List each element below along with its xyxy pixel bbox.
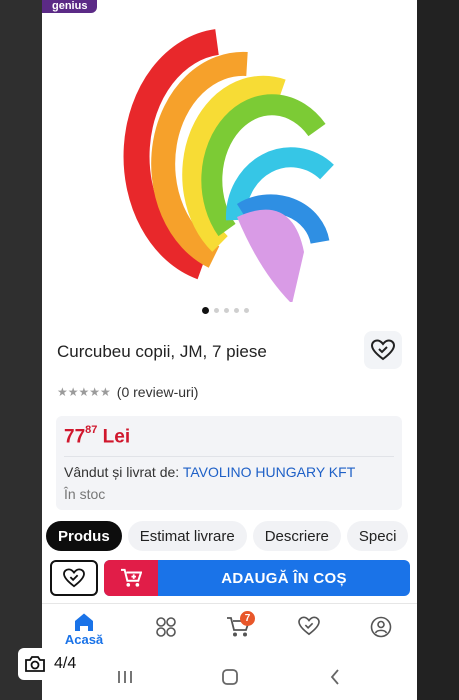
- bottom-nav: Acasă 7: [42, 603, 417, 656]
- pager-dot[interactable]: [214, 308, 219, 313]
- seller-info: Vândut și livrat de: TAVOLINO HUNGARY KF…: [64, 464, 356, 480]
- review-count[interactable]: (0 review-uri): [117, 384, 199, 400]
- price: 7787 Lei: [64, 424, 131, 448]
- favorite-button[interactable]: [364, 331, 402, 369]
- heart-icon: [63, 568, 85, 588]
- image-pager[interactable]: [202, 307, 249, 314]
- price-box: 7787 Lei Vândut și livrat de: TAVOLINO H…: [56, 416, 402, 510]
- pager-dot[interactable]: [234, 308, 239, 313]
- nav-categories[interactable]: [146, 616, 186, 638]
- divider: [64, 456, 394, 457]
- product-image[interactable]: [42, 12, 417, 302]
- tab-descriere[interactable]: Descriere: [252, 521, 341, 551]
- gallery-counter-text: 4/4: [54, 655, 77, 672]
- nav-favorites[interactable]: [289, 616, 329, 636]
- add-to-cart-button[interactable]: ADAUGĂ ÎN COȘ: [104, 560, 410, 596]
- product-tabs: Produs Estimat livrare Descriere Speci: [46, 521, 409, 551]
- pager-dot[interactable]: [224, 308, 229, 313]
- heart-icon: [371, 339, 395, 361]
- nav-home[interactable]: Acasă: [64, 612, 104, 647]
- cart-icon-block: [104, 560, 158, 596]
- wishlist-button[interactable]: [50, 560, 98, 596]
- user-icon: [370, 616, 392, 638]
- rating-row[interactable]: ★★★★★ (0 review-uri): [57, 384, 198, 400]
- system-nav-bar: [42, 655, 417, 700]
- camera-icon: [25, 656, 45, 672]
- recent-apps-icon[interactable]: [116, 667, 134, 687]
- stock-status: În stoc: [64, 486, 106, 502]
- tab-produs[interactable]: Produs: [46, 521, 122, 551]
- rainbow-piece-lilac: [237, 209, 304, 302]
- action-bar: ADAUGĂ ÎN COȘ: [50, 560, 410, 596]
- home-button-icon[interactable]: [220, 667, 240, 687]
- nav-account[interactable]: [361, 616, 401, 638]
- pager-dot[interactable]: [202, 307, 209, 314]
- nav-cart[interactable]: 7: [218, 611, 258, 638]
- heart-icon: [298, 616, 320, 636]
- cart-icon: [121, 568, 142, 587]
- tab-specificatii[interactable]: Speci: [346, 521, 409, 551]
- cart-count-badge: 7: [240, 611, 255, 626]
- phone-screen: genius Curcubeu copii, JM, 7 piese ★★★★★…: [42, 0, 417, 700]
- left-backdrop: [0, 0, 42, 700]
- product-title: Curcubeu copii, JM, 7 piese: [57, 342, 267, 361]
- home-icon: [75, 613, 93, 631]
- star-rating-icon: ★★★★★: [57, 385, 111, 399]
- seller-link[interactable]: TAVOLINO HUNGARY KFT: [183, 464, 355, 480]
- tab-estimat-livrare[interactable]: Estimat livrare: [127, 521, 247, 551]
- gallery-counter: 4/4: [18, 648, 88, 680]
- nav-home-label: Acasă: [64, 632, 104, 647]
- grid-icon: [156, 617, 176, 637]
- back-icon[interactable]: [328, 667, 342, 687]
- right-backdrop: [417, 0, 459, 700]
- pager-dot[interactable]: [244, 308, 249, 313]
- add-to-cart-label: ADAUGĂ ÎN COȘ: [221, 569, 347, 587]
